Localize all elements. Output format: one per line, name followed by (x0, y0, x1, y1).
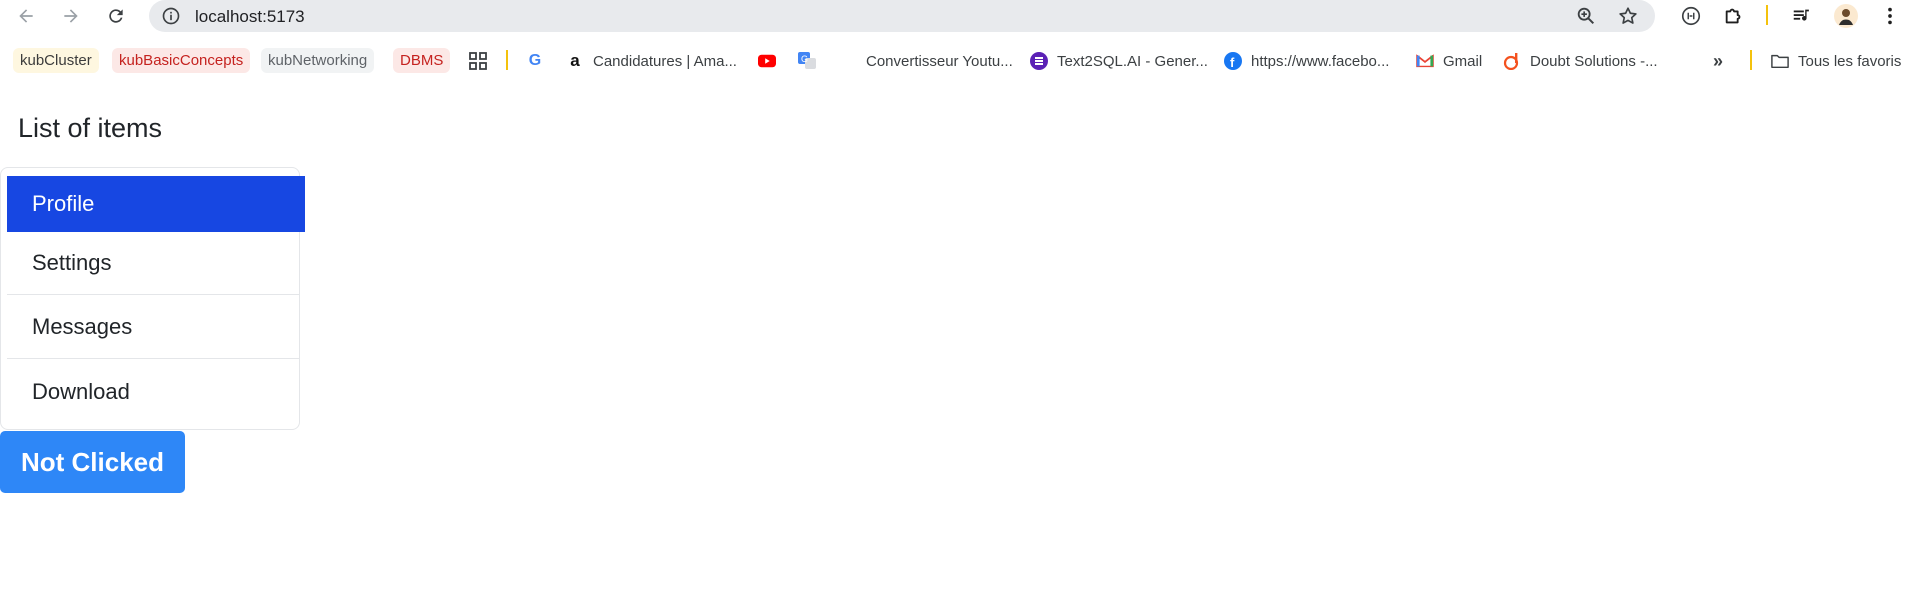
google-translate-icon: G (798, 52, 816, 69)
youtube-icon (758, 54, 776, 68)
bookmark-text2sql[interactable]: Text2SQL.AI - Gener... (1030, 51, 1208, 71)
list-item-messages[interactable]: Messages (7, 296, 299, 359)
all-bookmarks-label: Tous les favoris (1798, 52, 1902, 70)
bookmark-star-icon[interactable] (1617, 5, 1639, 27)
url-text[interactable]: localhost:5173 (195, 7, 305, 27)
back-button[interactable] (10, 0, 42, 32)
svg-text:G: G (801, 54, 808, 64)
bookmark-folder-kubcluster[interactable]: kubCluster (13, 48, 99, 73)
forward-button[interactable] (55, 0, 87, 32)
bookmarks-separator (506, 50, 508, 70)
zoom-icon[interactable] (1575, 5, 1597, 27)
bookmark-folder-kubnetworking[interactable]: kubNetworking (261, 48, 375, 73)
page-title: List of items (18, 113, 163, 143)
extensions-icon[interactable] (1722, 4, 1746, 28)
google-lens-icon[interactable] (1679, 4, 1703, 28)
list-item-settings[interactable]: Settings (7, 232, 299, 295)
bookmark-amazon[interactable]: a Candidatures | Ama... (566, 51, 737, 71)
svg-text:f: f (1230, 55, 1235, 70)
reload-button[interactable] (100, 0, 132, 32)
google-icon: G (528, 52, 542, 69)
bookmarks-bar: kubCluster kubBasicConcepts kubNetworkin… (0, 46, 1918, 74)
apps-grid-icon[interactable] (469, 51, 487, 71)
bookmark-google[interactable]: G (526, 51, 553, 71)
facebook-icon: f (1224, 52, 1242, 70)
text2sql-icon (1030, 52, 1048, 70)
bookmark-label: Text2SQL.AI - Gener... (1057, 52, 1208, 70)
bookmark-youtube-converter[interactable]: Convertisseur Youtu... (866, 51, 1013, 71)
media-queue-icon[interactable] (1790, 4, 1814, 28)
arrow-right-icon (64, 9, 78, 23)
bookmark-label: Candidatures | Ama... (593, 52, 737, 70)
doubtnut-icon (1503, 53, 1519, 70)
address-bar[interactable]: localhost:5173 (149, 0, 1655, 32)
toolbar-separator (1766, 5, 1768, 25)
bookmark-gmail[interactable]: Gmail (1416, 51, 1482, 71)
site-info-icon[interactable] (161, 6, 181, 26)
bookmark-folder-kubbasicconcepts[interactable]: kubBasicConcepts (112, 48, 251, 73)
bookmark-doubt-solutions[interactable]: Doubt Solutions -... (1503, 51, 1658, 71)
reload-icon (109, 9, 123, 23)
bookmark-youtube[interactable] (758, 51, 785, 71)
amazon-icon: a (570, 51, 580, 70)
list-item-profile[interactable]: Profile (7, 176, 305, 232)
bookmark-folder-dbms[interactable]: DBMS (393, 48, 451, 73)
bookmark-label: Gmail (1443, 52, 1483, 70)
folder-icon (1771, 54, 1789, 69)
browser-menu-icon[interactable] (1878, 4, 1902, 28)
bookmark-facebook[interactable]: f https://www.facebo... (1224, 51, 1389, 71)
bookmarks-separator-right (1750, 50, 1752, 70)
profile-avatar[interactable] (1834, 4, 1858, 28)
gmail-icon (1416, 54, 1434, 68)
bookmark-label: Doubt Solutions -... (1530, 52, 1658, 70)
arrow-left-icon (19, 9, 33, 23)
click-status-button[interactable]: Not Clicked (0, 431, 185, 493)
browser-toolbar: localhost:5173 (0, 0, 1918, 32)
items-list: Profile Settings Messages Download (0, 167, 305, 430)
bookmark-label: Convertisseur Youtu... (866, 52, 1013, 70)
bookmark-label: https://www.facebo... (1251, 52, 1390, 70)
all-bookmarks-folder[interactable]: Tous les favoris (1771, 51, 1901, 71)
list-item-download[interactable]: Download (7, 360, 299, 423)
bookmark-google-translate[interactable]: G (798, 51, 825, 71)
more-bookmarks-chevron-icon[interactable]: » (1713, 51, 1723, 71)
